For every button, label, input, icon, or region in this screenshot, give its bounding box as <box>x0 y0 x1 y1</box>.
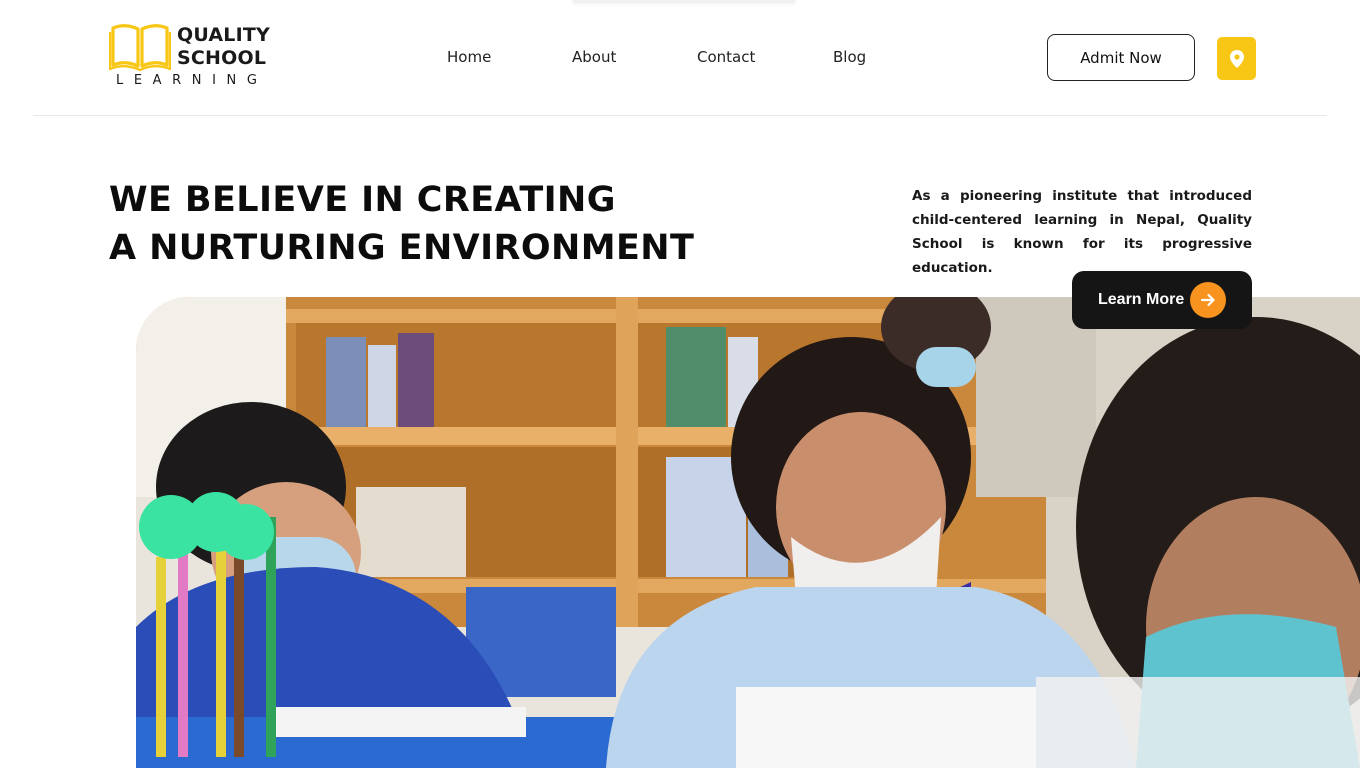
nav-contact-link[interactable]: Contact <box>697 48 755 66</box>
logo-line-school: SCHOOL <box>177 47 267 69</box>
admit-now-button[interactable]: Admit Now <box>1047 34 1195 81</box>
header-divider <box>33 115 1327 116</box>
open-book-icon <box>109 24 171 72</box>
logo-line-learning: LEARNING <box>116 73 268 88</box>
nav-home-link[interactable]: Home <box>447 48 491 66</box>
learn-more-button[interactable]: Learn More <box>1072 271 1252 329</box>
classroom-students-photo <box>136 297 1360 768</box>
hero-description: As a pioneering institute that introduce… <box>912 188 1252 276</box>
site-header: QUALITY SCHOOL LEARNING Home About Conta… <box>0 0 1360 116</box>
learn-more-label: Learn More <box>1098 291 1185 308</box>
nav-about-link[interactable]: About <box>572 48 616 66</box>
hero-title-line-2: A NURTURING ENVIRONMENT <box>109 228 695 268</box>
hero-title: WE BELIEVE IN CREATING A NURTURING ENVIR… <box>109 176 749 272</box>
location-button[interactable] <box>1217 37 1256 80</box>
school-logo[interactable]: QUALITY SCHOOL LEARNING <box>109 20 279 92</box>
arrow-right-icon <box>1190 282 1227 318</box>
top-edge-decoration <box>572 0 796 3</box>
nav-blog-link[interactable]: Blog <box>833 48 866 66</box>
logo-line-quality: QUALITY <box>177 24 270 46</box>
hero-title-line-1: WE BELIEVE IN CREATING <box>109 180 616 220</box>
map-pin-icon <box>1229 49 1244 68</box>
